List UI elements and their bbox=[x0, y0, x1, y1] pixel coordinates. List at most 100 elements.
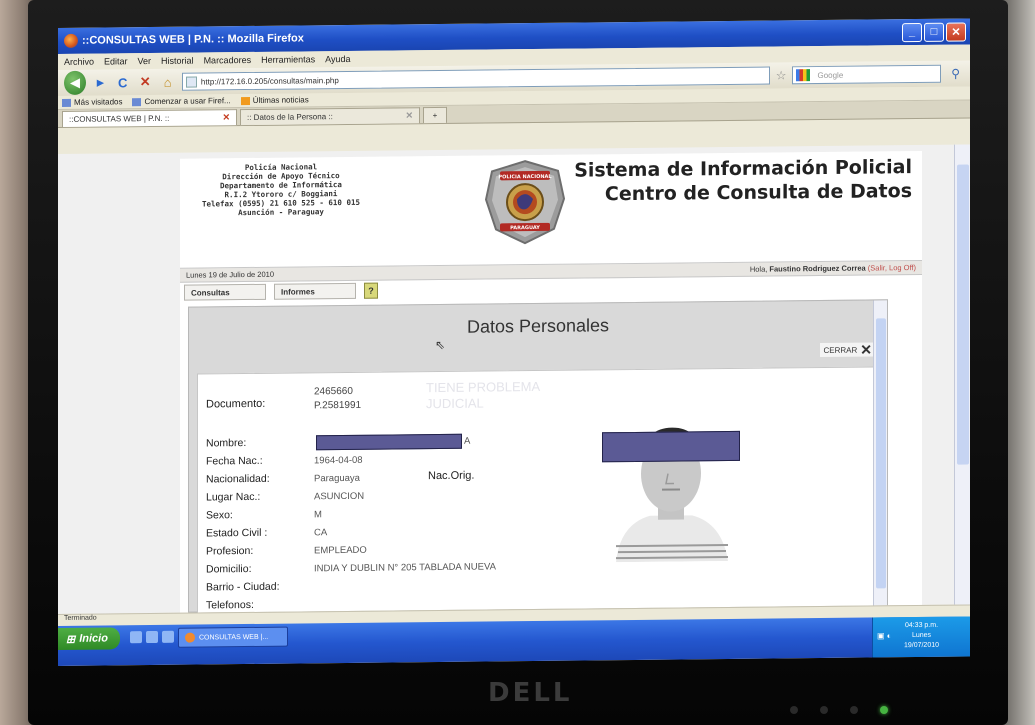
greeting-text: Hola, bbox=[749, 264, 768, 274]
tab-consultas-web[interactable]: ::CONSULTAS WEB | P.N. :: ✕ bbox=[62, 109, 237, 127]
police-badge-logo: POLICIA NACIONAL PARAGUAY bbox=[484, 160, 566, 245]
monitor-button bbox=[820, 706, 828, 714]
page-scrollbar[interactable] bbox=[954, 144, 970, 605]
menu-editar[interactable]: Editar bbox=[104, 56, 128, 66]
new-tab-button[interactable]: + bbox=[423, 106, 447, 124]
quick-launch-icon[interactable] bbox=[162, 630, 174, 643]
close-icon: ✕ bbox=[860, 341, 872, 358]
taskbar-item-label: CONSULTAS WEB |... bbox=[199, 633, 269, 642]
cerrar-button[interactable]: CERRAR ✕ bbox=[820, 341, 875, 358]
firefox-icon bbox=[64, 33, 78, 48]
bookmark-label: Últimas noticias bbox=[252, 95, 309, 105]
field-label: Domicilio: bbox=[206, 562, 252, 576]
rss-feed-icon bbox=[240, 96, 250, 105]
field-label: Telefonos: bbox=[206, 598, 254, 612]
bookmark-label: Comenzar a usar Firef... bbox=[144, 96, 231, 107]
dialog-title: Datos Personales bbox=[466, 315, 610, 337]
datos-personales-dialog: Datos Personales ⇖ CERRAR ✕ Documento: 2… bbox=[188, 299, 888, 614]
field-value: A bbox=[464, 435, 471, 447]
forward-arrow-icon[interactable]: ▸ bbox=[92, 73, 108, 91]
search-input[interactable]: Google bbox=[792, 64, 942, 85]
field-value: ASUNCION bbox=[314, 490, 365, 502]
monitor-screen: ::CONSULTAS WEB | P.N. :: Mozilla Firefo… bbox=[58, 18, 970, 666]
eyes-redaction-box bbox=[602, 430, 740, 463]
logout-link[interactable]: (Salir, Log Off) bbox=[868, 263, 916, 273]
close-window-button[interactable]: ✕ bbox=[946, 21, 966, 42]
judicial-problem-note: TIENE PROBLEMA JUDICIAL bbox=[426, 379, 540, 412]
power-led bbox=[880, 706, 888, 714]
home-icon[interactable]: ⌂ bbox=[159, 73, 175, 91]
system-title-line2: Centro de Consulta de Datos bbox=[604, 180, 912, 206]
back-arrow-icon[interactable]: ◀ bbox=[64, 70, 86, 95]
maximize-button[interactable]: □ bbox=[924, 22, 944, 42]
browser-viewport: Policía Nacional Dirección de Apoyo Técn… bbox=[58, 144, 970, 614]
tab-label: :: Datos de la Persona :: bbox=[247, 112, 333, 123]
close-tab-icon[interactable]: ✕ bbox=[405, 110, 413, 121]
bookmark-mas-visitados[interactable]: Más visitados bbox=[62, 97, 122, 107]
cerrar-label: CERRAR bbox=[823, 345, 858, 355]
menu-archivo[interactable]: Archivo bbox=[64, 57, 94, 67]
field-label: Lugar Nac.: bbox=[206, 490, 261, 504]
bookmark-label: Más visitados bbox=[74, 97, 123, 107]
field-value: INDIA Y DUBLIN N° 205 TABLADA NUEVA bbox=[314, 560, 496, 574]
personal-fields: Nombre: A Fecha Nac.: 1964-04-08 Naciona… bbox=[206, 431, 496, 614]
field-label: Estado Civil : bbox=[206, 526, 268, 540]
web-page: Policía Nacional Dirección de Apoyo Técn… bbox=[180, 150, 922, 614]
menu-herramientas[interactable]: Herramientas bbox=[261, 54, 315, 65]
field-value: CA bbox=[314, 526, 328, 538]
field-label: Barrio - Ciudad: bbox=[206, 580, 280, 594]
google-engine-icon[interactable] bbox=[796, 69, 811, 82]
user-name: Faustino Rodriguez Correa bbox=[769, 263, 866, 274]
bookmark-comenzar[interactable]: Comenzar a usar Firef... bbox=[132, 96, 231, 107]
minimize-button[interactable]: _ bbox=[902, 22, 922, 42]
field-label: Profesion: bbox=[206, 544, 254, 558]
windows-flag-icon: ⊞ bbox=[66, 633, 76, 646]
menu-informes[interactable]: Informes bbox=[274, 282, 356, 300]
name-redaction-box bbox=[316, 433, 462, 451]
quick-launch-icon[interactable] bbox=[130, 631, 142, 644]
menu-ver[interactable]: Ver bbox=[138, 56, 152, 66]
page-scroll-thumb[interactable] bbox=[957, 164, 969, 465]
search-icon[interactable]: ⚲ bbox=[951, 67, 960, 81]
menu-consultas[interactable]: Consultas bbox=[184, 283, 266, 301]
window-title: ::CONSULTAS WEB | P.N. :: Mozilla Firefo… bbox=[82, 32, 304, 47]
url-bar[interactable]: http://172.16.0.205/consultas/main.php bbox=[181, 66, 770, 91]
help-icon[interactable]: ? bbox=[364, 282, 378, 299]
url-text: http://172.16.0.205/consultas/main.php bbox=[200, 75, 339, 87]
badge-bottom-text: PARAGUAY bbox=[510, 225, 540, 231]
system-title: Sistema de Información Policial Centro d… bbox=[574, 155, 912, 207]
stop-icon[interactable]: ✕ bbox=[137, 73, 153, 91]
firefox-icon bbox=[185, 632, 195, 643]
problem-line: TIENE PROBLEMA bbox=[426, 378, 541, 396]
menu-ayuda[interactable]: Ayuda bbox=[325, 54, 350, 64]
dialog-header: Datos Personales ⇖ CERRAR ✕ bbox=[189, 300, 887, 369]
system-title-line1: Sistema de Información Policial bbox=[574, 156, 912, 182]
system-tray: ▣ ◐ 04:33 p.m. Lunes 19/07/2010 bbox=[872, 616, 970, 658]
monitor-button bbox=[790, 706, 798, 714]
institution-info: Policía Nacional Dirección de Apoyo Técn… bbox=[186, 162, 376, 218]
documento-number: 2465660 bbox=[314, 385, 353, 398]
tray-icons[interactable]: ▣ ◐ bbox=[877, 631, 892, 641]
tab-datos-persona[interactable]: :: Datos de la Persona :: ✕ bbox=[240, 107, 420, 126]
menu-marcadores[interactable]: Marcadores bbox=[204, 55, 252, 65]
page-favicon-icon bbox=[185, 76, 197, 88]
field-value: Paraguaya bbox=[314, 472, 360, 484]
greeting: Hola, Faustino Rodriguez Correa (Salir, … bbox=[750, 263, 916, 274]
taskbar-item-consultas[interactable]: CONSULTAS WEB |... bbox=[178, 626, 288, 648]
badge-top-text: POLICIA NACIONAL bbox=[498, 174, 552, 181]
personal-data-panel: Documento: 2465660 P.2581991 TIENE PROBL… bbox=[197, 366, 875, 614]
current-date: Lunes 19 de Julio de 2010 bbox=[186, 269, 274, 280]
documento-values: 2465660 P.2581991 bbox=[314, 385, 361, 413]
quick-launch-icon[interactable] bbox=[146, 630, 158, 644]
reload-icon[interactable]: C bbox=[114, 73, 130, 91]
window-controls: _ □ ✕ bbox=[902, 21, 966, 42]
start-button[interactable]: ⊞ Inicio bbox=[58, 627, 120, 650]
dialog-scrollbar[interactable] bbox=[873, 300, 887, 607]
dialog-scroll-thumb[interactable] bbox=[876, 318, 886, 589]
menu-historial[interactable]: Historial bbox=[161, 56, 194, 66]
close-tab-icon[interactable]: ✕ bbox=[222, 112, 230, 123]
bookmark-star-icon[interactable]: ☆ bbox=[776, 68, 787, 82]
bookmark-ultimas-noticias[interactable]: Últimas noticias bbox=[240, 95, 309, 105]
passport-number: P.2581991 bbox=[314, 399, 362, 412]
clock-date: 19/07/2010 bbox=[903, 641, 940, 650]
